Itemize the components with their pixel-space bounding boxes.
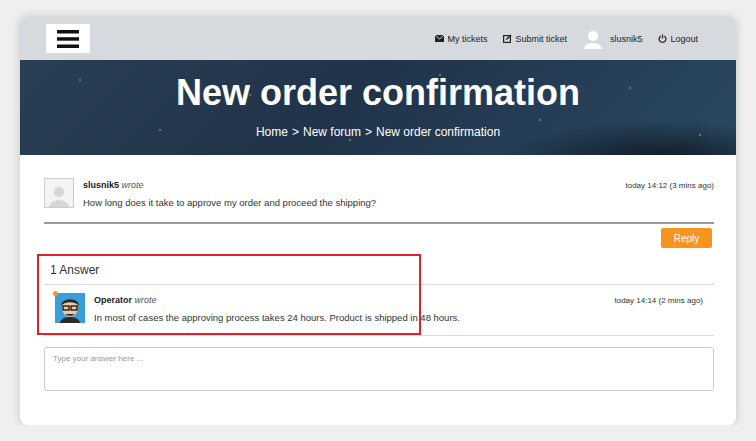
thread: slusnik5 wrote today 14:12 (3 mins ago) … [20,155,736,391]
edit-icon [503,34,512,43]
divider [44,335,714,336]
answer-post: Operator wrote today 14:14 (2 mins ago) … [44,293,714,323]
question-post: slusnik5 wrote today 14:12 (3 mins ago) … [44,178,714,208]
reply-button[interactable]: Reply [661,228,712,248]
user-avatar-icon [583,29,603,49]
answer-time: today 14:14 (2 mins ago) [615,296,704,305]
page-title: New order confirmation [176,72,580,114]
submit-ticket-link[interactable]: Submit ticket [503,34,567,44]
breadcrumb: Home > New forum > New order confirmation [256,125,500,139]
breadcrumb-item[interactable]: Home [256,125,288,139]
default-avatar-icon [44,178,74,208]
post-author: slusnik5 wrote [83,180,144,190]
breadcrumb-item: New order confirmation [376,125,500,139]
post-body: How long does it take to approve my orde… [83,197,714,208]
my-tickets-link[interactable]: My tickets [435,34,487,44]
post-time: today 14:12 (3 mins ago) [626,181,715,190]
divider [44,222,714,224]
online-dot [53,291,58,296]
user-menu[interactable]: slusnik5 [583,29,643,49]
breadcrumb-item[interactable]: New forum [303,125,361,139]
answer-input[interactable] [44,347,714,391]
answers-count: 1 Answer [50,263,714,277]
operator-avatar-icon [55,293,85,323]
envelope-icon [435,35,444,42]
logout-link[interactable]: Logout [658,34,698,44]
top-bar: My tickets Submit ticket slusnik5 Logout [20,17,736,60]
hero-banner: New order confirmation Home > New forum > … [20,60,736,155]
hamburger-icon [57,30,79,48]
answer-author: Operator wrote [94,295,157,305]
page-card: My tickets Submit ticket slusnik5 Logout… [20,17,736,425]
breadcrumb-separator: > [292,125,299,139]
breadcrumb-separator: > [365,125,372,139]
divider [44,284,714,285]
menu-button[interactable] [46,24,90,53]
answer-body: In most of cases the approving process t… [94,312,714,323]
top-nav: My tickets Submit ticket slusnik5 Logout [435,29,698,49]
power-icon [658,34,667,43]
highlight-box [37,254,421,335]
answers-section: 1 Answer Operator wrote today 14:14 (2 m… [44,263,714,323]
